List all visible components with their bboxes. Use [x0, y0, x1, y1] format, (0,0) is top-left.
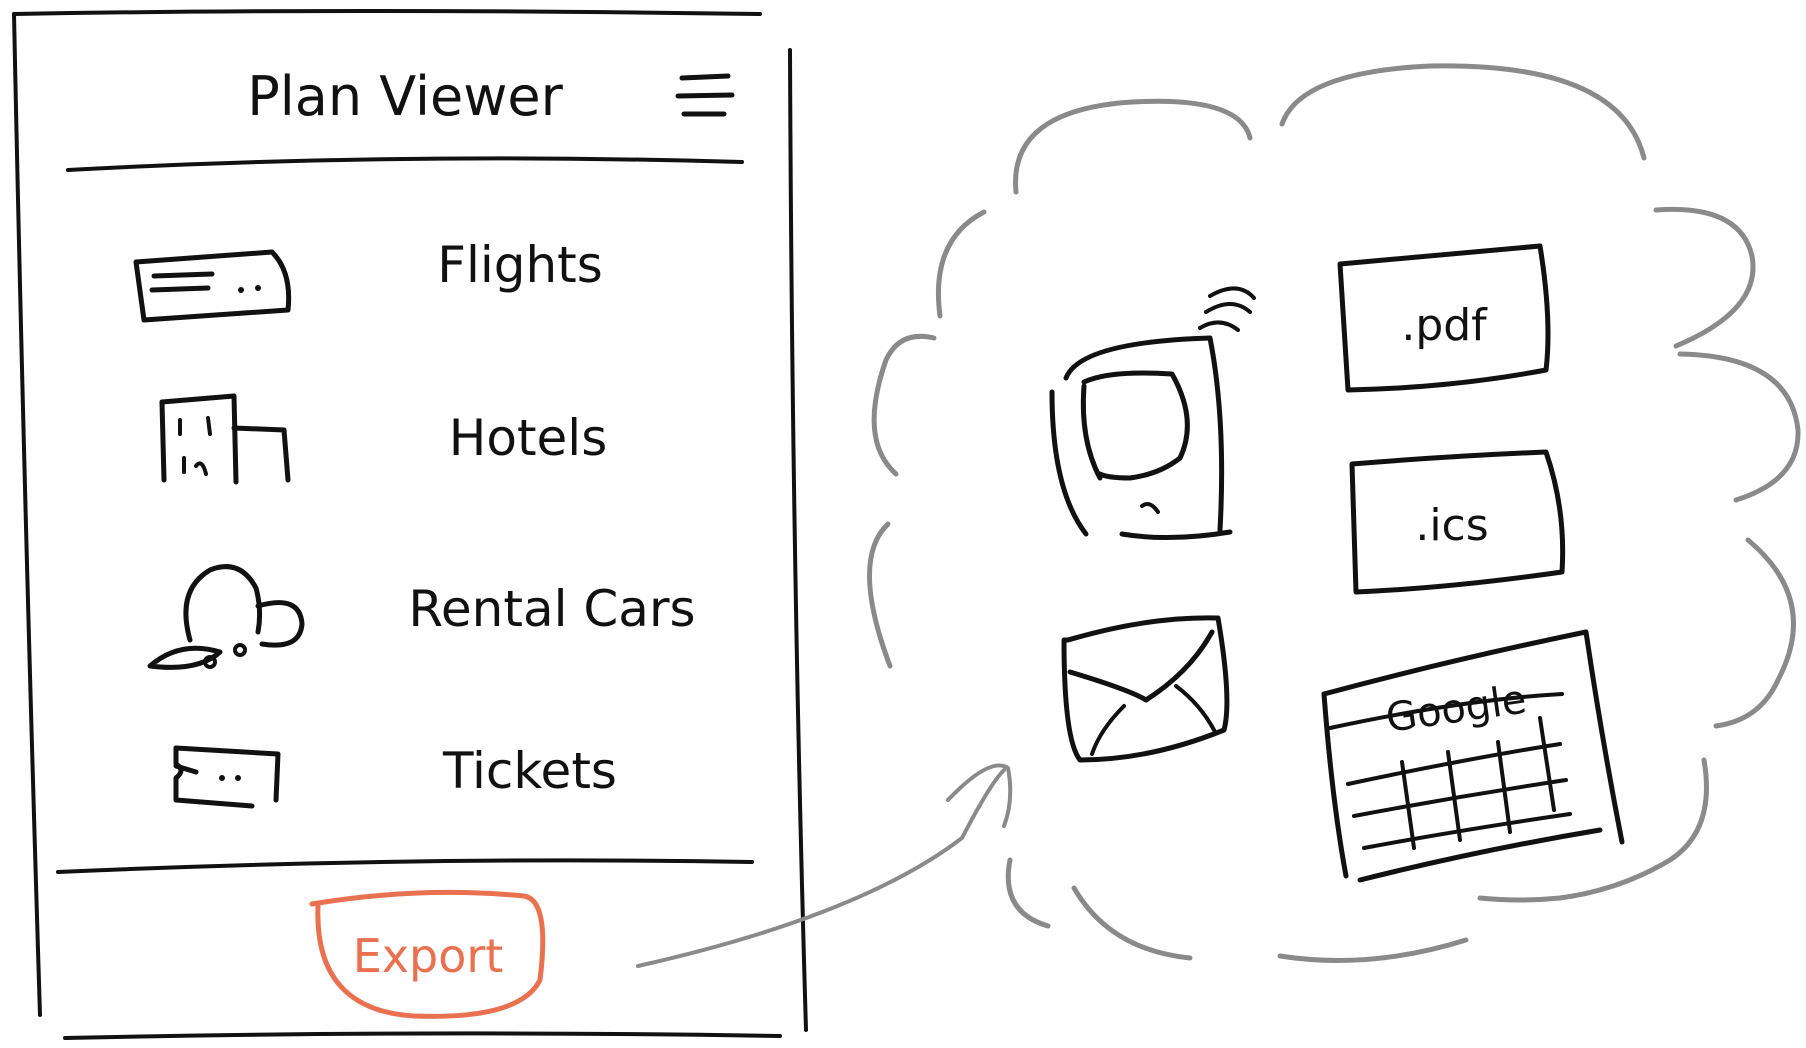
airline-ticket-icon: [133, 249, 292, 323]
export-targets-cloud: [867, 63, 1801, 963]
panel-header: Plan Viewer: [66, 65, 744, 172]
panel-right-border: [788, 48, 808, 1032]
page-title: Plan Viewer: [247, 65, 563, 128]
list-item-hotels[interactable]: Hotels: [159, 393, 608, 485]
google-label: Google: [1383, 677, 1529, 742]
export-button[interactable]: Export: [309, 889, 546, 1019]
envelope-icon: [1061, 615, 1230, 763]
diagram-canvas: Plan Viewer Flights Hotels Rental Cars T…: [0, 0, 1806, 1044]
pdf-file-target: .pdf: [1337, 243, 1551, 393]
list-item-rental-cars[interactable]: Rental Cars: [147, 564, 696, 670]
ticket-icon: [173, 745, 281, 809]
ics-label: .ics: [1415, 500, 1488, 551]
list-item-flights[interactable]: Flights: [133, 236, 603, 323]
list-item-label: Hotels: [449, 409, 608, 467]
list-item-label: Flights: [437, 236, 603, 294]
panel-bottom-border: [63, 1031, 782, 1040]
plan-item-list: Flights Hotels Rental Cars Tickets: [56, 236, 754, 874]
mobile-device-icon: [1049, 286, 1256, 541]
list-item-label: Rental Cars: [408, 580, 695, 638]
pdf-label: .pdf: [1401, 300, 1488, 351]
hotel-building-icon: [159, 393, 291, 485]
car-icon: [147, 564, 305, 670]
footer-divider: [56, 858, 754, 874]
panel-top-border: [12, 9, 762, 16]
list-item-tickets[interactable]: Tickets: [173, 742, 617, 809]
list-item-label: Tickets: [442, 742, 617, 800]
ics-file-target: .ics: [1349, 449, 1566, 595]
hamburger-menu-icon[interactable]: [675, 73, 735, 117]
header-divider: [66, 156, 744, 172]
export-button-label: Export: [353, 929, 504, 983]
panel-left-border: [12, 12, 42, 1017]
google-calendar-target: Google: [1321, 629, 1625, 883]
